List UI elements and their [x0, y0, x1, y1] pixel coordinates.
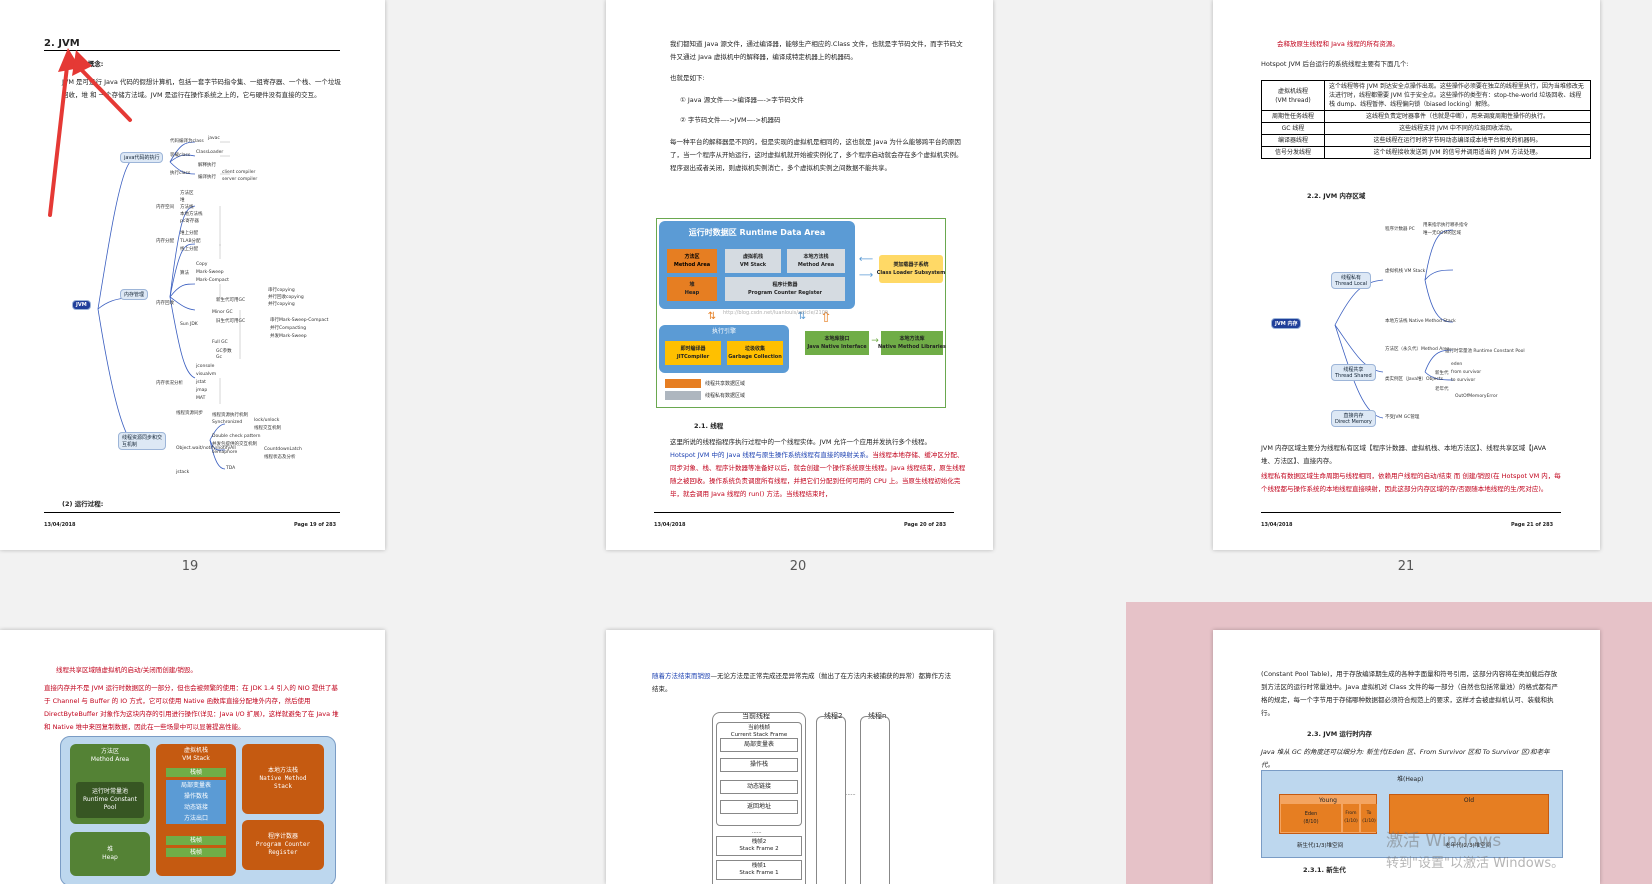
memory-root: JVM 内存 [1271, 318, 1302, 329]
page-thumbnail-21[interactable]: 会释放原生线程和 Java 线程的所有资源。 Hotspot JVM 后台运行的… [1213, 0, 1600, 550]
system-threads-table: 虚拟机线程 (VM thread) 这个线程等待 JVM 到达安全点操作出现。这些… [1261, 80, 1591, 159]
page-thumbnail-22[interactable]: 线程共享区域随虚拟机的启动/关闭而创建/销毁。 直接内存并不是 JVM 运行时数… [0, 630, 385, 884]
page-thumbnail-23[interactable]: 随着方法结束而销毁—无论方法是正常完成还是异常完成（抛出了在方法内未被捕获的异常… [606, 630, 993, 884]
activation-watermark-subtitle: 转到"设置"以激活 Windows。 [1386, 856, 1565, 871]
page-number-20: 20 [789, 559, 807, 574]
runtime-data-area-diagram: 运行时数据区 Runtime Data Area 方法区 Method Area… [656, 218, 946, 408]
page-thumbnail-19[interactable]: 2. JVM (1) 基本概念: JVM 是可运行 Java 代码的假想计算机，… [0, 0, 385, 550]
page-number-21: 21 [1397, 559, 1415, 574]
annotation-arrows [48, 48, 132, 217]
page-thumbnail-20[interactable]: 我们都知道 Java 源文件，通过编译器，能够生产相应的.Class 文件，也就… [606, 0, 993, 550]
page-number-19: 19 [181, 559, 199, 574]
activation-watermark-title: 激活 Windows [1386, 831, 1502, 851]
